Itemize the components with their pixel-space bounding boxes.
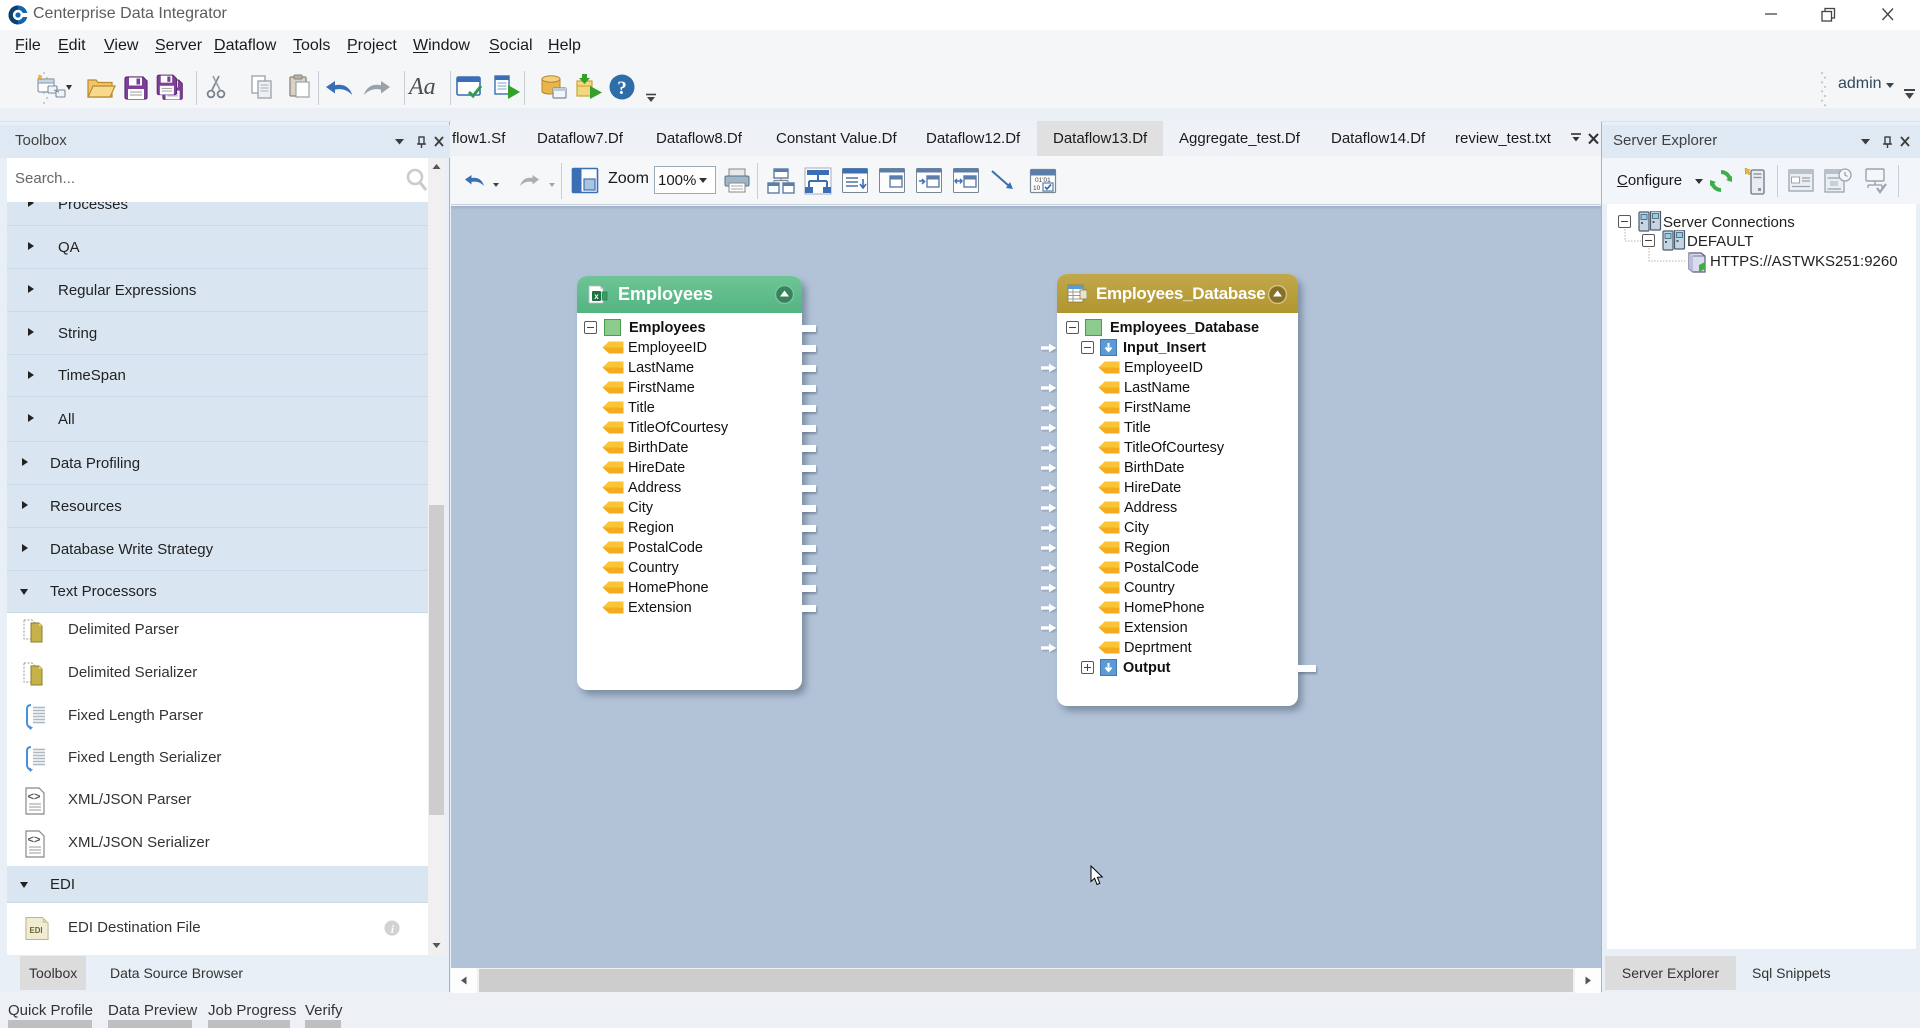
- svg-text:<>: <>: [28, 834, 41, 846]
- svg-text:EDI: EDI: [30, 926, 43, 935]
- svg-text:<>: <>: [28, 791, 41, 803]
- svg-text:10: 10: [1033, 185, 1041, 192]
- svg-text:x: x: [594, 292, 599, 301]
- svg-text:?: ?: [617, 78, 627, 99]
